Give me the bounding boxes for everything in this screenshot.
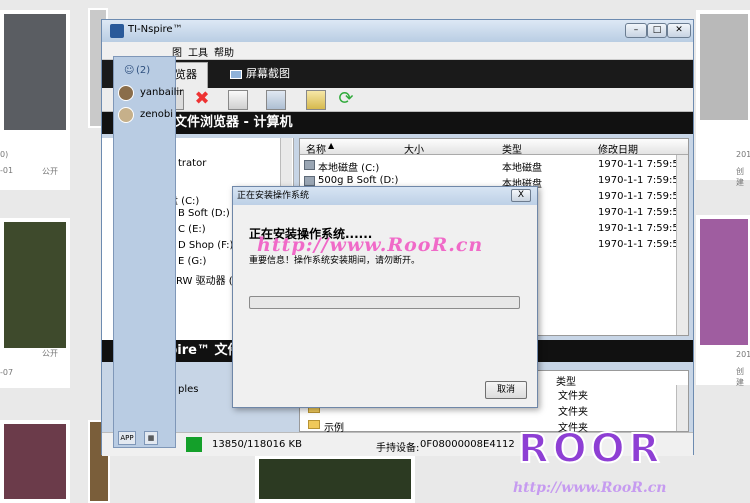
file-type: 文件夹 bbox=[558, 407, 588, 418]
window-titlebar[interactable]: TI-Nspire™ – □ ✕ bbox=[102, 20, 693, 42]
file-name: 500g B Soft (D:) bbox=[318, 175, 399, 186]
tree-item[interactable]: D Shop (F:) bbox=[178, 240, 233, 251]
gallery-caption: 创建 bbox=[736, 367, 744, 387]
watermark-logo: ROOR bbox=[517, 425, 664, 473]
contacts-panel: ☺ (2) yanbailir zenobi APP ▦ bbox=[113, 56, 183, 448]
gallery-tile[interactable] bbox=[0, 218, 70, 388]
cancel-button[interactable]: 取消 bbox=[485, 381, 527, 399]
file-list-scrollbar[interactable] bbox=[676, 155, 688, 335]
panel-title: 文件浏览器 - 计算机 bbox=[174, 115, 293, 130]
avatar bbox=[118, 107, 134, 123]
menu-item-help[interactable]: 帮助 bbox=[214, 44, 234, 59]
install-os-dialog: 正在安装操作系统 X 正在安装操作系统...... 重要信息！操作系统安装期间，… bbox=[232, 186, 538, 408]
app-icon bbox=[110, 24, 124, 38]
file-date: 1970-1-1 7:59:59 bbox=[598, 175, 686, 186]
drive-icon bbox=[304, 176, 315, 186]
window-title: TI-Nspire™ bbox=[128, 24, 183, 35]
gallery-caption: 0) bbox=[0, 150, 9, 159]
dialog-close-button[interactable]: X bbox=[511, 189, 531, 202]
contact-name: zenobi bbox=[140, 109, 173, 120]
file-browser-header: 文件浏览器 - 计算机 bbox=[102, 112, 693, 134]
gallery-tile[interactable] bbox=[0, 10, 70, 190]
close-window-button[interactable]: ✕ bbox=[667, 23, 691, 38]
contacts-count: (2) bbox=[136, 65, 151, 76]
column-size[interactable]: 大小 bbox=[404, 141, 424, 156]
gallery-caption: -07 bbox=[0, 368, 14, 377]
tab-screenshot[interactable]: 屏幕截图 bbox=[224, 62, 314, 88]
contact-name: yanbailir bbox=[140, 87, 184, 98]
device-list-scrollbar[interactable] bbox=[676, 385, 688, 431]
dialog-title: 正在安装操作系统 bbox=[237, 191, 310, 201]
delete-icon[interactable]: ✖ bbox=[192, 90, 212, 110]
column-name[interactable]: 名称 bbox=[306, 141, 326, 156]
tree-item[interactable]: B Soft (D:) bbox=[178, 208, 230, 219]
sort-asc-icon: ▲ bbox=[328, 141, 335, 150]
file-date: 1970-1-1 7:59:59 bbox=[598, 223, 686, 234]
dialog-titlebar[interactable]: 正在安装操作系统 bbox=[233, 187, 537, 205]
panel-title: pire™ 文件 bbox=[168, 343, 241, 358]
device-id: 0F08000008E4112 bbox=[420, 439, 515, 450]
storage-indicator bbox=[186, 437, 202, 452]
file-row[interactable]: 本地磁盘 (C:) 本地磁盘 1970-1-1 7:59:59 bbox=[300, 157, 688, 174]
file-list-header: 名称 ▲ 大小 类型 修改日期 bbox=[300, 139, 688, 156]
gallery-caption: 公开 bbox=[42, 349, 58, 358]
menu-bar: 图 工具 帮助 bbox=[102, 42, 693, 60]
tree-item[interactable]: E (G:) bbox=[178, 256, 206, 267]
upload-icon[interactable] bbox=[306, 90, 326, 110]
app-button[interactable]: APP bbox=[118, 431, 136, 445]
list-view-icon[interactable] bbox=[228, 90, 248, 110]
grid-button[interactable]: ▦ bbox=[144, 431, 158, 445]
file-date: 1970-1-1 7:59:59 bbox=[598, 191, 686, 202]
install-progress-bar bbox=[249, 296, 520, 309]
file-date: 1970-1-1 7:59:59 bbox=[598, 207, 686, 218]
camera-icon bbox=[230, 69, 242, 79]
gallery-tile[interactable] bbox=[696, 215, 750, 385]
file-name: 本地磁盘 (C:) bbox=[318, 163, 380, 174]
device-tree-item[interactable]: ples bbox=[178, 384, 199, 395]
menu-item-tools[interactable]: 工具 bbox=[188, 44, 208, 59]
detail-view-icon[interactable] bbox=[266, 90, 286, 110]
drive-icon bbox=[304, 160, 315, 170]
watermark-url: http://www.RooR.cn bbox=[257, 234, 484, 256]
folder-icon bbox=[308, 420, 320, 429]
watermark-logo-url: http://www.RooR.cn bbox=[513, 480, 667, 496]
tab-label: 屏幕截图 bbox=[246, 67, 290, 80]
refresh-icon[interactable]: ⟳ bbox=[336, 90, 356, 110]
gallery-tile[interactable] bbox=[0, 420, 70, 503]
gallery-caption: 创建 bbox=[736, 167, 744, 187]
file-type: 本地磁盘 bbox=[502, 163, 542, 174]
tree-item[interactable]: trator bbox=[178, 158, 206, 169]
column-date[interactable]: 修改日期 bbox=[598, 141, 638, 156]
avatar bbox=[118, 85, 134, 101]
toolbar: ✖ ⟳ bbox=[102, 88, 693, 112]
gallery-caption: 公开 bbox=[42, 167, 58, 176]
minimize-button[interactable]: – bbox=[625, 23, 647, 38]
file-date: 1970-1-1 7:59:59 bbox=[598, 239, 686, 250]
file-date: 1970-1-1 7:59:59 bbox=[598, 159, 686, 170]
gallery-tile[interactable] bbox=[255, 455, 415, 503]
gallery-caption: -01 bbox=[0, 166, 14, 175]
file-type: 文件夹 bbox=[558, 391, 588, 402]
people-icon: ☺ bbox=[124, 65, 135, 76]
tab-label: 览器 bbox=[175, 68, 197, 81]
tree-item[interactable]: C (E:) bbox=[178, 224, 206, 235]
maximize-button[interactable]: □ bbox=[647, 23, 667, 38]
gallery-caption: 201 bbox=[736, 150, 750, 159]
column-type[interactable]: 类型 bbox=[502, 141, 522, 156]
storage-text: 13850/118016 KB bbox=[212, 439, 302, 450]
gallery-caption: 201 bbox=[736, 350, 750, 359]
device-label: 手持设备: bbox=[376, 443, 420, 454]
